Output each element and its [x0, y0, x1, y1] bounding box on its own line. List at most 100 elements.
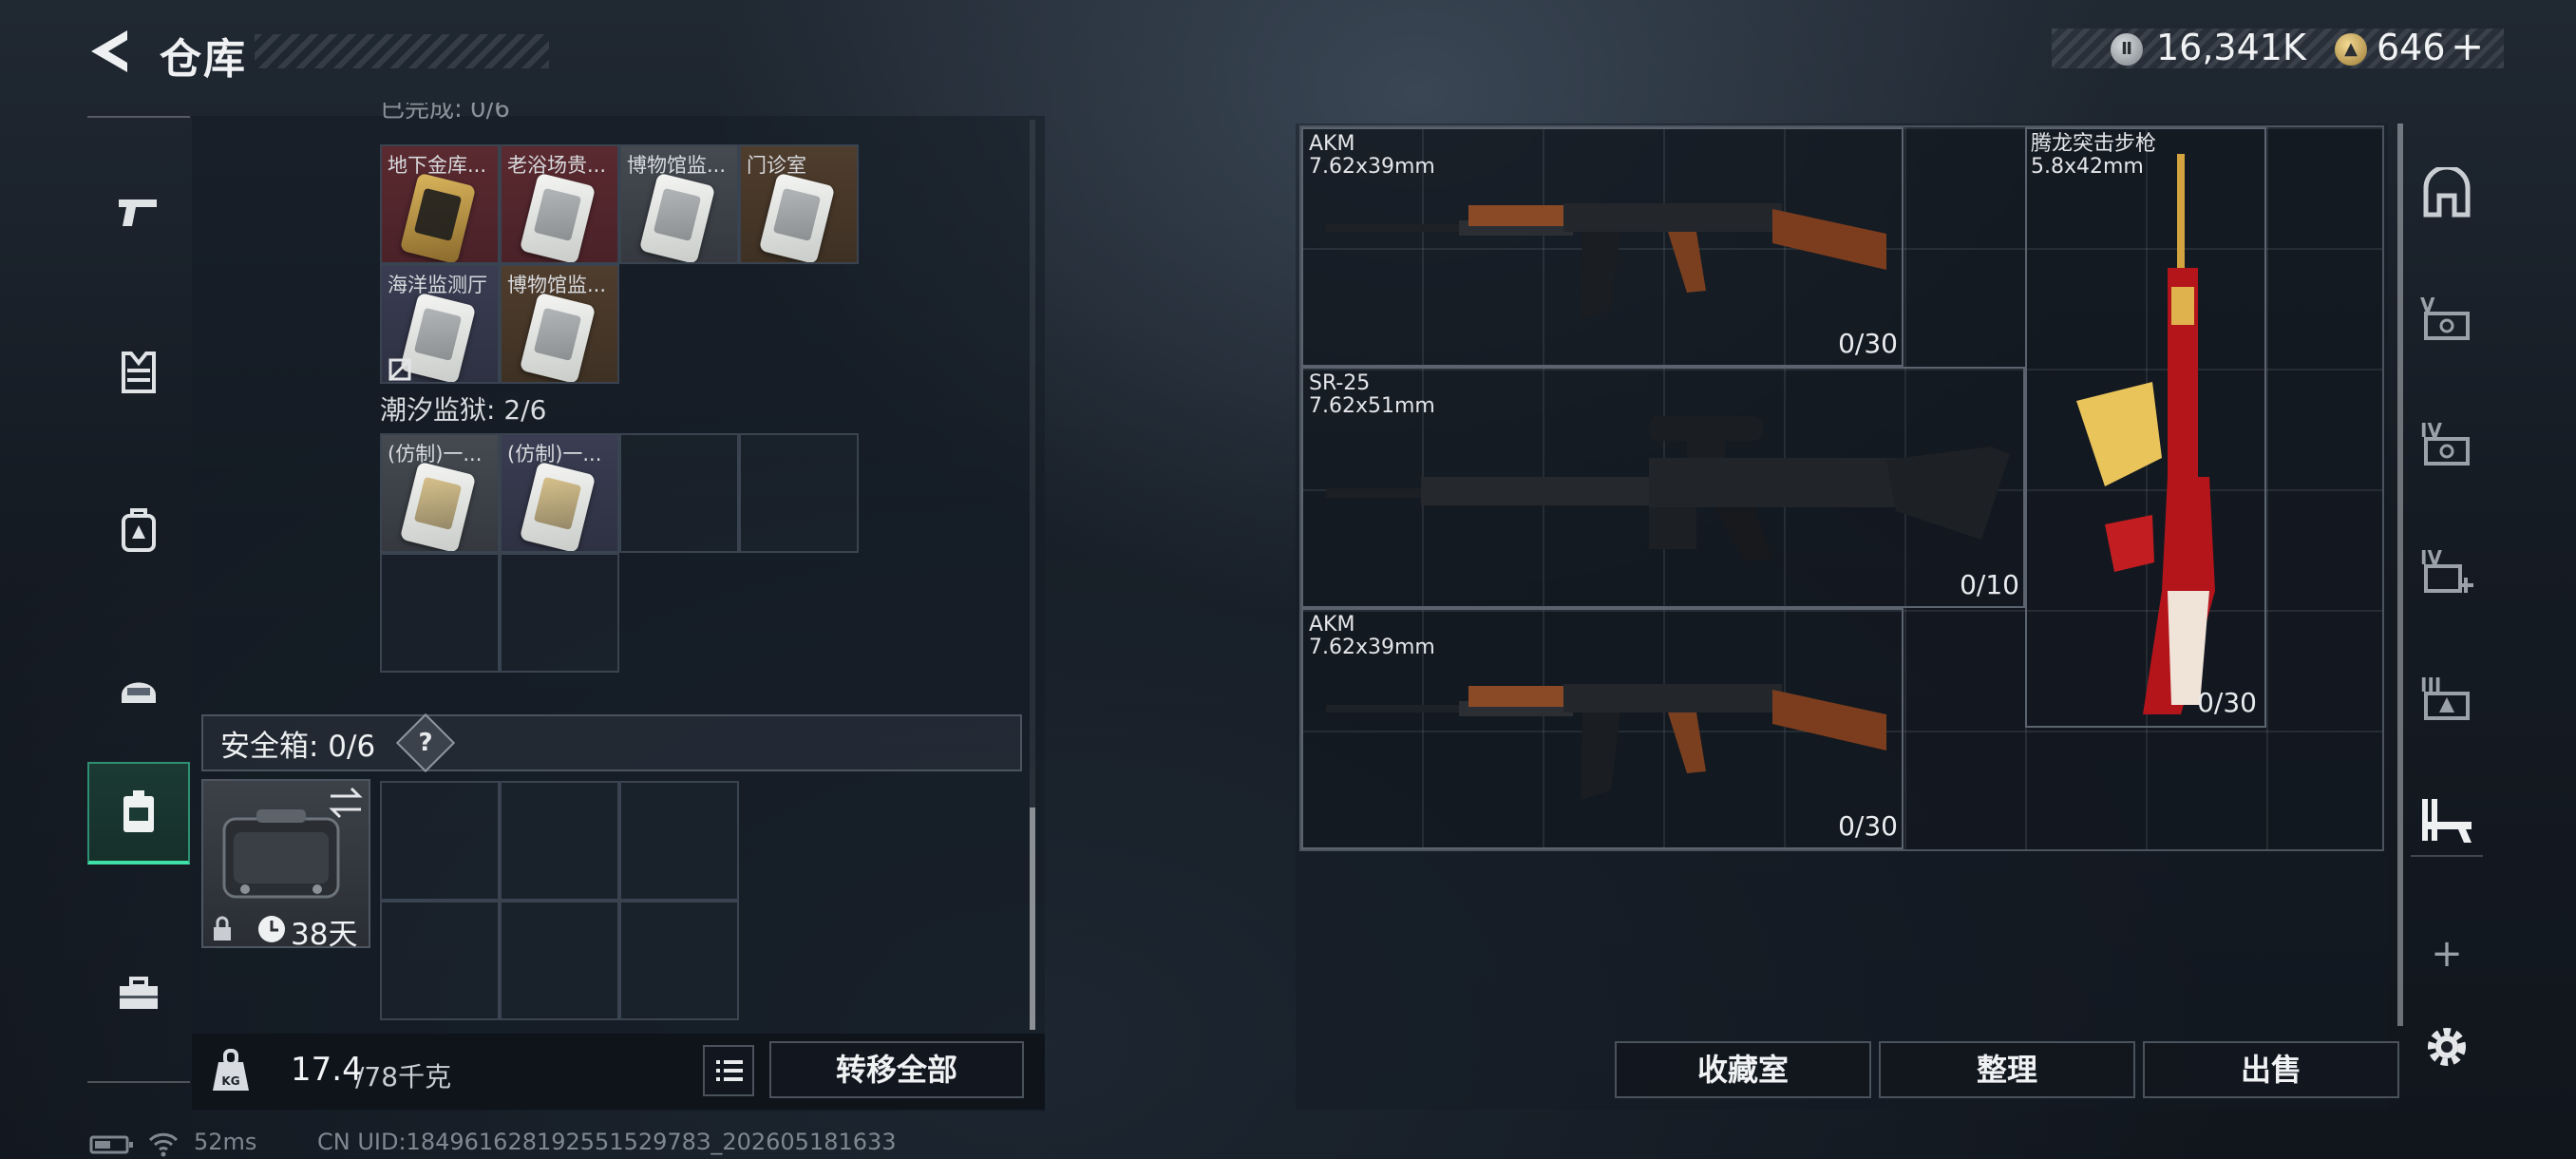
- organize-button[interactable]: 整理: [1879, 1041, 2135, 1098]
- transfer-all-button[interactable]: 转移全部: [769, 1041, 1024, 1098]
- ping-text: 52ms: [194, 1129, 257, 1155]
- weapon-slot-akm[interactable]: AKM 7.62x39mm 0/30: [1301, 127, 1904, 367]
- nav-helmet[interactable]: [87, 636, 190, 739]
- keycard-slot[interactable]: (仿制)一...: [380, 433, 500, 553]
- vest-icon: [122, 352, 156, 393]
- keycard-slot[interactable]: 博物馆监...: [619, 144, 739, 264]
- lock-icon: [214, 916, 231, 940]
- hard-case-icon: [222, 809, 340, 899]
- nav-toolbox[interactable]: [87, 942, 190, 1045]
- category-sidebar: [87, 116, 190, 1083]
- weapon-name: SR-25: [1309, 371, 1371, 395]
- keycard-label: 老浴场贵...: [507, 154, 607, 177]
- safe-box-case[interactable]: 38天: [201, 779, 370, 952]
- add-tab-button[interactable]: +: [2411, 918, 2483, 990]
- keycard-slot[interactable]: 博物馆监...: [500, 264, 619, 384]
- uid-text: CN UID:18496162819255152978З_20260518163…: [317, 1129, 897, 1155]
- keycard-label: 海洋监测厅: [388, 274, 487, 296]
- keycard-label: 博物馆监...: [507, 274, 607, 296]
- capacity-max: /78千克: [355, 1061, 452, 1092]
- keycard-slot[interactable]: 地下金库...: [380, 144, 500, 264]
- empty-slot[interactable]: [500, 553, 619, 673]
- capacity-current: 17.4: [291, 1051, 363, 1089]
- weapon-ammo: 0/30: [1838, 810, 1898, 842]
- vault-icon: [2423, 167, 2471, 218]
- weapon-ammo: 0/10: [1960, 569, 2019, 600]
- section-title: 潮汐监狱: 2/6: [380, 394, 547, 426]
- tenglong-rifle-icon: [2076, 154, 2215, 714]
- nav-vest[interactable]: [87, 321, 190, 424]
- tab-weapon-rack[interactable]: [2411, 785, 2483, 857]
- safe-box-slot[interactable]: [500, 901, 619, 1020]
- weight-icon: KG: [213, 1049, 249, 1091]
- safe-box-slot[interactable]: [619, 901, 739, 1020]
- weapon-slot-sr25[interactable]: SR-25 7.62x51mm 0/10: [1301, 367, 2025, 608]
- storage-iii-icon: III: [2420, 674, 2470, 720]
- keycard-slot[interactable]: 海洋监测厅: [380, 264, 500, 384]
- empty-slot[interactable]: [619, 433, 739, 553]
- pistol-icon: [119, 200, 157, 226]
- akm-rifle-icon: [1326, 203, 1886, 319]
- title-decoration: [255, 34, 549, 68]
- safe-box-slot[interactable]: [500, 781, 619, 901]
- keycard-icon: [399, 461, 477, 551]
- keycard-slot[interactable]: 门诊室: [739, 144, 859, 264]
- keycard-slot[interactable]: (仿制)一...: [500, 433, 619, 553]
- weapon-slot-akm[interactable]: AKM 7.62x39mm 0/30: [1301, 608, 1904, 849]
- keycard-slot[interactable]: 老浴场贵...: [500, 144, 619, 264]
- keycard-icon: [638, 172, 716, 262]
- back-arrow-icon[interactable]: [84, 25, 137, 78]
- collection-room-button[interactable]: 收藏室: [1615, 1041, 1871, 1098]
- gear-icon: [2428, 1028, 2466, 1066]
- add-currency-button[interactable]: +: [2451, 23, 2484, 69]
- page-title: 仓库: [160, 35, 247, 84]
- storage-iv-icon: IV: [2420, 419, 2470, 466]
- storage-tabs: V IV IV III +: [2403, 124, 2489, 1112]
- keycard-icon: [519, 172, 597, 262]
- medical-storage-icon: IV: [2420, 546, 2473, 593]
- weapon-name: AKM: [1309, 132, 1355, 156]
- keycard-label: 地下金库...: [388, 154, 487, 177]
- tab-storage-main[interactable]: [2411, 158, 2483, 230]
- nav-weapon[interactable]: [87, 162, 190, 264]
- inventory-scrollbar[interactable]: [1030, 808, 1035, 1030]
- list-view-button[interactable]: [703, 1045, 754, 1096]
- nav-safe-box[interactable]: [87, 762, 190, 864]
- safe-box-label: 安全箱: 0/6: [220, 730, 376, 764]
- keycard-label: 门诊室: [747, 154, 806, 177]
- keycard-icon: [399, 172, 477, 262]
- safe-box-slot[interactable]: [380, 901, 500, 1020]
- weapon-slot-tenglong[interactable]: 腾龙突击步枪 5.8x42mm 0/30: [2025, 127, 2266, 728]
- akm-rifle-icon: [1326, 684, 1886, 800]
- weapon-name: AKM: [1309, 613, 1355, 636]
- swap-icon[interactable]: [327, 787, 365, 819]
- storage-v-icon: V: [2420, 294, 2470, 340]
- sell-button[interactable]: 出售: [2143, 1041, 2399, 1098]
- tab-medical-iv[interactable]: IV: [2411, 534, 2483, 606]
- weapon-rack-icon: [2422, 799, 2472, 843]
- keycard-icon: [519, 461, 597, 551]
- keycard-icon: [758, 172, 836, 262]
- case-icon: [123, 790, 154, 832]
- tab-storage-iv[interactable]: IV: [2411, 407, 2483, 479]
- backpack-icon: [122, 508, 156, 552]
- silver-coin-icon: Ⅱ: [2111, 33, 2143, 66]
- gold-amount: 646: [2377, 27, 2446, 68]
- wifi-icon: [148, 1132, 179, 1157]
- safe-box-duration: 38天: [291, 918, 358, 952]
- keycard-icon: [519, 292, 597, 382]
- svg-text:KG: KG: [221, 1074, 239, 1088]
- toolbox-icon: [120, 977, 158, 1009]
- settings-button[interactable]: [2411, 1011, 2483, 1083]
- weapon-ammo: 0/30: [2197, 687, 2257, 718]
- sr25-rifle-icon: [1326, 416, 2010, 560]
- empty-slot[interactable]: [739, 433, 859, 553]
- safe-box-slot[interactable]: [619, 781, 739, 901]
- battery-icon: [89, 1135, 133, 1154]
- tab-storage-iii[interactable]: III: [2411, 661, 2483, 733]
- keycard-label: (仿制)一...: [507, 443, 602, 466]
- tab-storage-v[interactable]: V: [2411, 281, 2483, 353]
- safe-box-slot[interactable]: [380, 781, 500, 901]
- nav-backpack[interactable]: [87, 479, 190, 581]
- empty-slot[interactable]: [380, 553, 500, 673]
